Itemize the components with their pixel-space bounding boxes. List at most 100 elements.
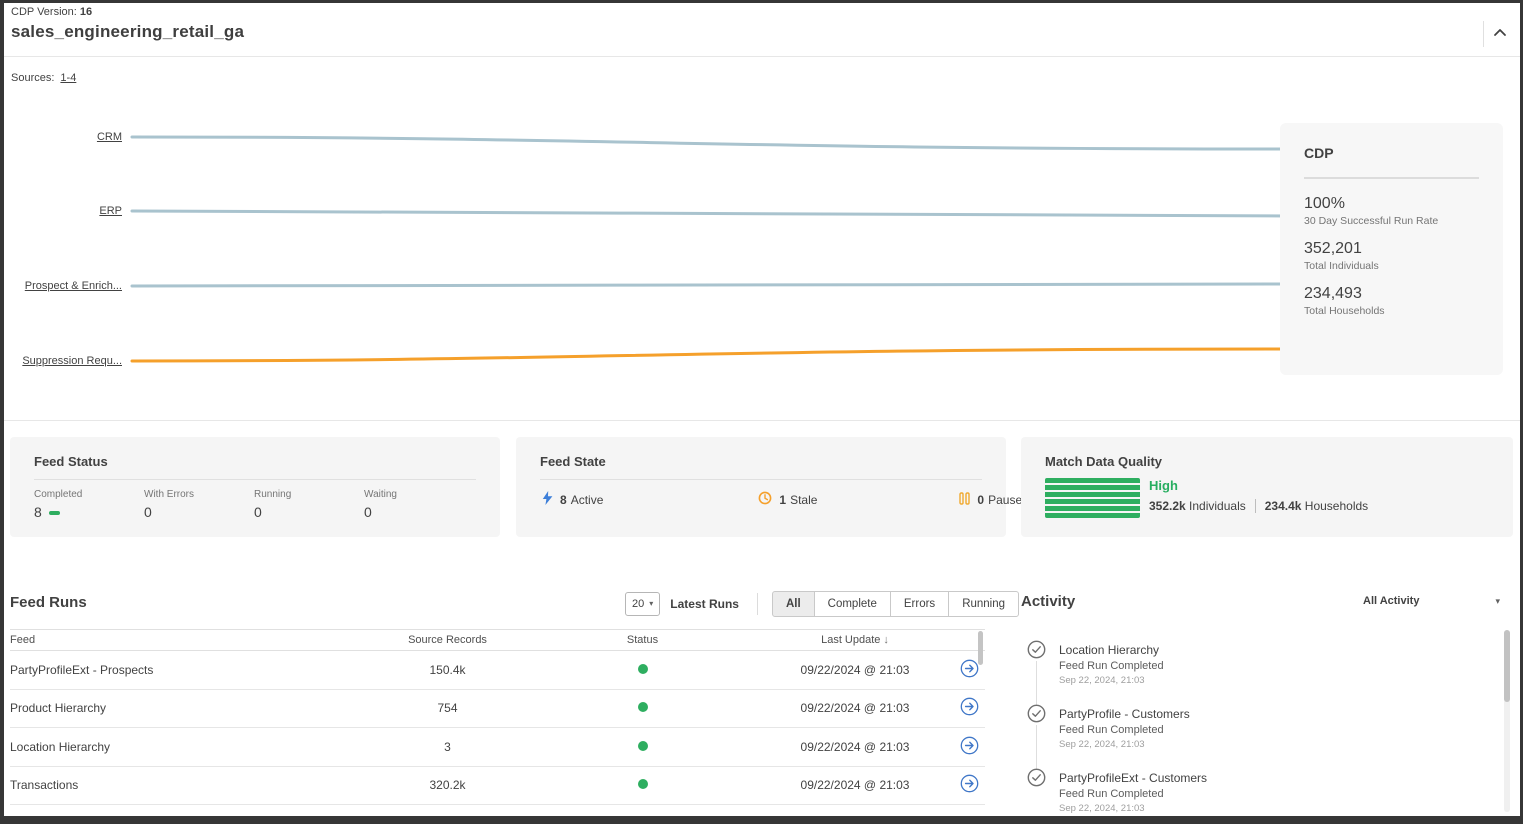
- counts-divider: [1255, 499, 1256, 513]
- feed-status-title: Feed Status: [34, 454, 476, 469]
- individuals-value: 352.2k: [1149, 499, 1186, 513]
- controls-divider: [757, 593, 758, 615]
- table-scrollbar[interactable]: [978, 631, 983, 665]
- active-stat: 8 Active: [542, 491, 603, 508]
- activity-event: Feed Run Completed: [1059, 788, 1207, 800]
- open-feed-button[interactable]: [960, 736, 979, 758]
- open-feed-button[interactable]: [960, 659, 979, 681]
- section-rule: [0, 420, 1523, 421]
- column-header-feed: Feed: [10, 634, 360, 646]
- tab-errors[interactable]: Errors: [890, 591, 949, 617]
- activity-filter-select[interactable]: All Activity ▾: [1363, 595, 1500, 607]
- feed-runs-title: Feed Runs: [10, 594, 87, 611]
- total-households-stat: 234,493 Total Households: [1304, 285, 1479, 317]
- green-dash-icon: [49, 511, 60, 515]
- tab-all[interactable]: All: [772, 591, 815, 617]
- running-stat: Running 0: [254, 489, 364, 520]
- open-feed-button[interactable]: [960, 697, 979, 719]
- match-quality-text: High 352.2k Individuals 234.4k Household…: [1149, 478, 1368, 513]
- feed-state-title: Feed State: [540, 454, 982, 469]
- feed-status-stats: Completed 8 With Errors 0 Running 0 Wait…: [34, 489, 476, 520]
- status-dot-green: [638, 664, 648, 674]
- table-row[interactable]: Transactions 320.2k 09/22/2024 @ 21:03: [10, 767, 985, 806]
- table-row[interactable]: Location Hierarchy 3 09/22/2024 @ 21:03: [10, 728, 985, 767]
- tab-complete[interactable]: Complete: [814, 591, 891, 617]
- total-individuals-stat: 352,201 Total Individuals: [1304, 240, 1479, 272]
- activity-item[interactable]: PartyProfile - Customers Feed Run Comple…: [1021, 704, 1491, 768]
- collapse-panel-button[interactable]: [1487, 22, 1513, 46]
- activity-time: Sep 22, 2024, 21:03: [1059, 675, 1164, 686]
- cdp-version: CDP Version: 16: [11, 6, 92, 18]
- with-errors-stat: With Errors 0: [144, 489, 254, 520]
- cdp-version-label: CDP Version:: [11, 6, 77, 18]
- cdp-card-divider: [1304, 177, 1479, 179]
- source-link-suppression[interactable]: Suppression Requ...: [0, 355, 122, 367]
- running-label: Running: [254, 489, 364, 500]
- table-row[interactable]: PartyProfileExt - Prospects 150.4k 09/22…: [10, 651, 985, 690]
- feed-state-stats: 8 Active 1 Stale 0 Paused: [540, 491, 982, 508]
- last-update: 09/22/2024 @ 21:03: [750, 701, 960, 715]
- pause-icon: [959, 492, 970, 508]
- open-feed-button[interactable]: [960, 774, 979, 796]
- cdp-card-title: CDP: [1304, 145, 1479, 161]
- lightning-icon: [542, 491, 553, 508]
- latest-runs-label: Latest Runs: [670, 597, 739, 611]
- window-border-left: [0, 0, 4, 824]
- status-dot-green: [638, 741, 648, 751]
- feed-status-card: Feed Status Completed 8 With Errors 0 Ru…: [10, 437, 500, 537]
- flow-line-crm: [132, 137, 1290, 149]
- paused-stat: 0 Paused: [959, 492, 1028, 508]
- feed-status-divider: [34, 479, 476, 480]
- column-header-last-update[interactable]: Last Update↓: [750, 634, 960, 646]
- feed-name: Location Hierarchy: [10, 740, 360, 754]
- clock-icon: [758, 491, 772, 508]
- arrow-right-circle-icon: [960, 697, 979, 719]
- run-rate-label: 30 Day Successful Run Rate: [1304, 215, 1479, 227]
- feed-runs-table: Feed Source Records Status Last Update↓ …: [10, 629, 985, 805]
- last-update: 09/22/2024 @ 21:03: [750, 778, 960, 792]
- run-rate-value: 100%: [1304, 195, 1479, 213]
- activity-name: PartyProfileExt - Customers: [1059, 771, 1207, 785]
- page-title: sales_engineering_retail_ga: [11, 22, 244, 42]
- record-count: 150.4k: [360, 663, 535, 677]
- feed-runs-tabs: All Complete Errors Running: [772, 591, 1019, 617]
- window-border-top: [0, 0, 1523, 3]
- match-counts: 352.2k Individuals 234.4k Households: [1149, 499, 1368, 513]
- window-border-bottom: [0, 816, 1523, 824]
- activity-name: Location Hierarchy: [1059, 643, 1164, 657]
- match-rating: High: [1149, 478, 1368, 493]
- activity-name: PartyProfile - Customers: [1059, 707, 1190, 721]
- flow-line-suppression: [132, 349, 1290, 361]
- header-divider: [1483, 21, 1484, 47]
- record-count: 3: [360, 740, 535, 754]
- status-dot-green: [638, 779, 648, 789]
- feed-state-card: Feed State 8 Active 1 Stale: [516, 437, 1006, 537]
- feed-name: Transactions: [10, 778, 360, 792]
- match-data-quality-card: Match Data Quality High 352.2k Individua…: [1021, 437, 1513, 537]
- households-value: 234.4k: [1265, 499, 1302, 513]
- page-size-select[interactable]: 20 ▾: [625, 592, 660, 616]
- cdp-version-value: 16: [80, 6, 92, 18]
- stale-stat: 1 Stale: [758, 491, 817, 508]
- activity-scrollbar-thumb[interactable]: [1504, 630, 1510, 702]
- activity-event: Feed Run Completed: [1059, 724, 1190, 736]
- table-row[interactable]: Product Hierarchy 754 09/22/2024 @ 21:03: [10, 690, 985, 729]
- total-individuals-label: Total Individuals: [1304, 260, 1479, 272]
- chevron-up-icon: [1492, 25, 1508, 44]
- sort-desc-icon: ↓: [883, 634, 889, 646]
- source-link-prospect[interactable]: Prospect & Enrich...: [0, 280, 122, 292]
- stale-label: Stale: [790, 493, 817, 507]
- page-size-value: 20: [632, 598, 644, 610]
- match-quality-title: Match Data Quality: [1045, 454, 1489, 469]
- with-errors-value: 0: [144, 504, 254, 520]
- check-circle-icon: [1027, 640, 1046, 704]
- arrow-right-circle-icon: [960, 736, 979, 758]
- waiting-label: Waiting: [364, 489, 474, 500]
- cdp-dashboard: CDP Version: 16 sales_engineering_retail…: [0, 0, 1523, 824]
- tab-running[interactable]: Running: [948, 591, 1019, 617]
- source-link-crm[interactable]: CRM: [0, 131, 122, 143]
- sources-range-link[interactable]: 1-4: [60, 72, 76, 84]
- households-label: Households: [1305, 499, 1368, 513]
- source-link-erp[interactable]: ERP: [0, 205, 122, 217]
- activity-item[interactable]: Location Hierarchy Feed Run Completed Se…: [1021, 640, 1491, 704]
